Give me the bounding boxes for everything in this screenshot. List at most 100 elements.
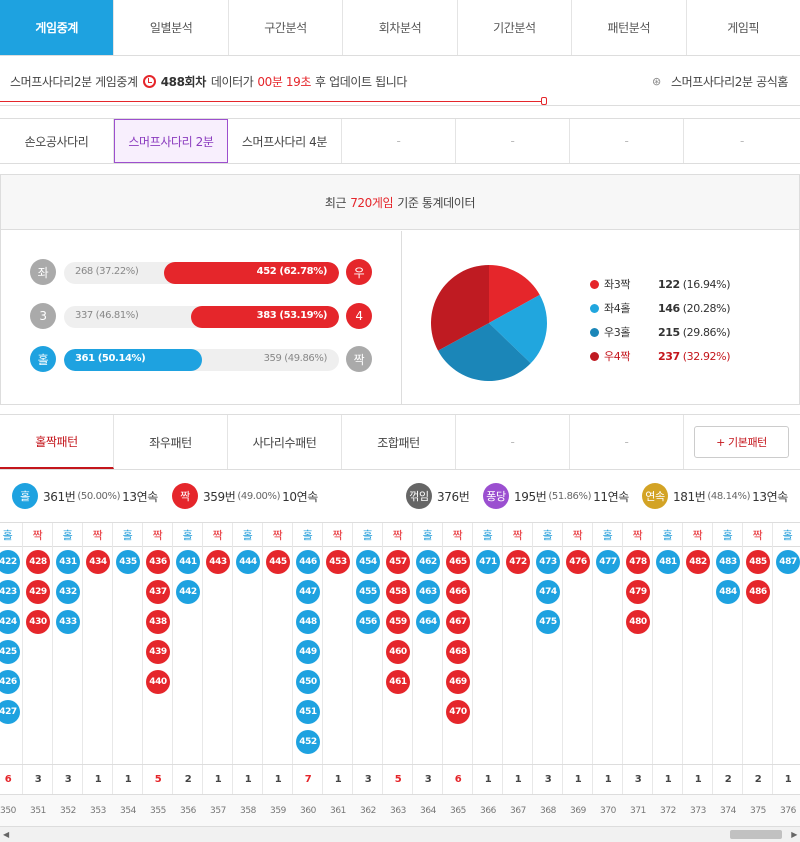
result-ball[interactable]: 437 bbox=[146, 580, 170, 604]
tab-pattern-analysis[interactable]: 패턴분석 bbox=[572, 0, 687, 55]
result-ball[interactable]: 446 bbox=[296, 550, 320, 574]
result-ball[interactable]: 435 bbox=[116, 550, 140, 574]
result-ball[interactable]: 432 bbox=[56, 580, 80, 604]
result-ball[interactable]: 484 bbox=[716, 580, 740, 604]
result-ball[interactable]: 452 bbox=[296, 730, 320, 754]
result-ball[interactable]: 479 bbox=[626, 580, 650, 604]
result-ball[interactable]: 442 bbox=[176, 580, 200, 604]
result-ball[interactable]: 427 bbox=[0, 700, 20, 724]
result-ball[interactable]: 487 bbox=[776, 550, 800, 574]
scroll-right-icon[interactable]: ▶ bbox=[791, 830, 797, 839]
result-ball[interactable]: 429 bbox=[26, 580, 50, 604]
result-ball[interactable]: 475 bbox=[536, 610, 560, 634]
result-ball[interactable]: 430 bbox=[26, 610, 50, 634]
result-ball[interactable]: 444 bbox=[236, 550, 260, 574]
tab-game-pick[interactable]: 게임픽 bbox=[686, 0, 800, 55]
result-ball[interactable]: 443 bbox=[206, 550, 230, 574]
result-ball[interactable]: 460 bbox=[386, 640, 410, 664]
result-ball[interactable]: 461 bbox=[386, 670, 410, 694]
result-ball[interactable]: 423 bbox=[0, 580, 20, 604]
result-ball[interactable]: 462 bbox=[416, 550, 440, 574]
result-ball[interactable]: 473 bbox=[536, 550, 560, 574]
result-ball[interactable]: 474 bbox=[536, 580, 560, 604]
result-ball[interactable]: 467 bbox=[446, 610, 470, 634]
game-tab-smurf-4min[interactable]: 스머프사다리 4분 bbox=[228, 119, 342, 163]
result-ball[interactable]: 476 bbox=[566, 550, 590, 574]
horizontal-scrollbar[interactable]: ◀ ▶ bbox=[0, 826, 800, 842]
column-round: 376 bbox=[773, 794, 800, 826]
result-ball[interactable]: 448 bbox=[296, 610, 320, 634]
result-ball[interactable]: 455 bbox=[356, 580, 380, 604]
pie-legend: 좌3짝 122 (16.94%) 좌4홀 146 (20.28%) 우3홀 215 (29.86… bbox=[590, 272, 730, 368]
result-ball[interactable]: 439 bbox=[146, 640, 170, 664]
result-ball[interactable]: 453 bbox=[326, 550, 350, 574]
tab-range-analysis[interactable]: 구간분석 bbox=[228, 0, 344, 55]
result-ball[interactable]: 451 bbox=[296, 700, 320, 724]
basic-pattern-button[interactable]: + 기본패턴 bbox=[694, 426, 789, 458]
tab-period-analysis[interactable]: 기간분석 bbox=[457, 0, 573, 55]
result-ball[interactable]: 481 bbox=[656, 550, 680, 574]
bar-right-value: 452 (62.78%) bbox=[256, 266, 328, 277]
tab-odd-even-pattern[interactable]: 홀짝패턴 bbox=[0, 415, 114, 469]
pattern-cell: 431 bbox=[54, 548, 82, 576]
result-ball[interactable]: 431 bbox=[56, 550, 80, 574]
result-ball[interactable]: 464 bbox=[416, 610, 440, 634]
home-link-icon: ⊛ bbox=[651, 74, 661, 88]
result-ball[interactable]: 482 bbox=[686, 550, 710, 574]
pattern-cell: 461 bbox=[384, 668, 412, 696]
result-ball[interactable]: 463 bbox=[416, 580, 440, 604]
result-ball[interactable]: 483 bbox=[716, 550, 740, 574]
result-ball[interactable]: 450 bbox=[296, 670, 320, 694]
tab-left-right-pattern[interactable]: 좌우패턴 bbox=[114, 415, 228, 469]
result-ball[interactable]: 440 bbox=[146, 670, 170, 694]
result-ball[interactable]: 454 bbox=[356, 550, 380, 574]
result-ball[interactable]: 426 bbox=[0, 670, 20, 694]
result-ball[interactable]: 449 bbox=[296, 640, 320, 664]
scroll-left-icon[interactable]: ◀ bbox=[3, 830, 9, 839]
result-ball[interactable]: 434 bbox=[86, 550, 110, 574]
column-header: 홀 bbox=[593, 523, 622, 547]
game-tab-smurf-2min[interactable]: 스머프사다리 2분 bbox=[114, 119, 228, 163]
result-ball[interactable]: 485 bbox=[746, 550, 770, 574]
result-ball[interactable]: 422 bbox=[0, 550, 20, 574]
tab-ladder-count-pattern[interactable]: 사다리수패턴 bbox=[228, 415, 342, 469]
result-ball[interactable]: 428 bbox=[26, 550, 50, 574]
update-progress-marker bbox=[541, 97, 547, 105]
official-home-link[interactable]: ⊛ 스머프사다리2분 공식홈 bbox=[652, 73, 788, 90]
result-ball[interactable]: 471 bbox=[476, 550, 500, 574]
result-ball[interactable]: 477 bbox=[596, 550, 620, 574]
tab-game-live[interactable]: 게임중계 bbox=[0, 0, 115, 55]
result-ball[interactable]: 458 bbox=[386, 580, 410, 604]
result-ball[interactable]: 478 bbox=[626, 550, 650, 574]
result-ball[interactable]: 456 bbox=[356, 610, 380, 634]
bar-right-ball: 짝 bbox=[346, 346, 372, 372]
pattern-cell: 423 bbox=[0, 578, 22, 606]
result-ball[interactable]: 433 bbox=[56, 610, 80, 634]
tab-combo-pattern[interactable]: 조합패턴 bbox=[342, 415, 456, 469]
result-ball[interactable]: 447 bbox=[296, 580, 320, 604]
tab-daily-analysis[interactable]: 일별분석 bbox=[114, 0, 229, 55]
result-ball[interactable]: 438 bbox=[146, 610, 170, 634]
bar-left-value: 361 (50.14%) bbox=[75, 353, 146, 364]
pattern-cell: 483 bbox=[714, 548, 742, 576]
result-ball[interactable]: 486 bbox=[746, 580, 770, 604]
result-ball[interactable]: 466 bbox=[446, 580, 470, 604]
result-ball[interactable]: 441 bbox=[176, 550, 200, 574]
result-ball[interactable]: 472 bbox=[506, 550, 530, 574]
result-ball[interactable]: 470 bbox=[446, 700, 470, 724]
result-ball[interactable]: 465 bbox=[446, 550, 470, 574]
result-ball[interactable]: 445 bbox=[266, 550, 290, 574]
tab-round-analysis[interactable]: 회차분석 bbox=[343, 0, 458, 55]
result-ball[interactable]: 424 bbox=[0, 610, 20, 634]
pattern-cell: 436 bbox=[144, 548, 172, 576]
result-ball[interactable]: 459 bbox=[386, 610, 410, 634]
game-tab-empty: - bbox=[342, 119, 456, 163]
game-tab-sonogong[interactable]: 손오공사다리 bbox=[0, 119, 114, 163]
result-ball[interactable]: 480 bbox=[626, 610, 650, 634]
result-ball[interactable]: 436 bbox=[146, 550, 170, 574]
result-ball[interactable]: 468 bbox=[446, 640, 470, 664]
result-ball[interactable]: 457 bbox=[386, 550, 410, 574]
scrollbar-thumb[interactable] bbox=[730, 830, 782, 839]
result-ball[interactable]: 425 bbox=[0, 640, 20, 664]
result-ball[interactable]: 469 bbox=[446, 670, 470, 694]
